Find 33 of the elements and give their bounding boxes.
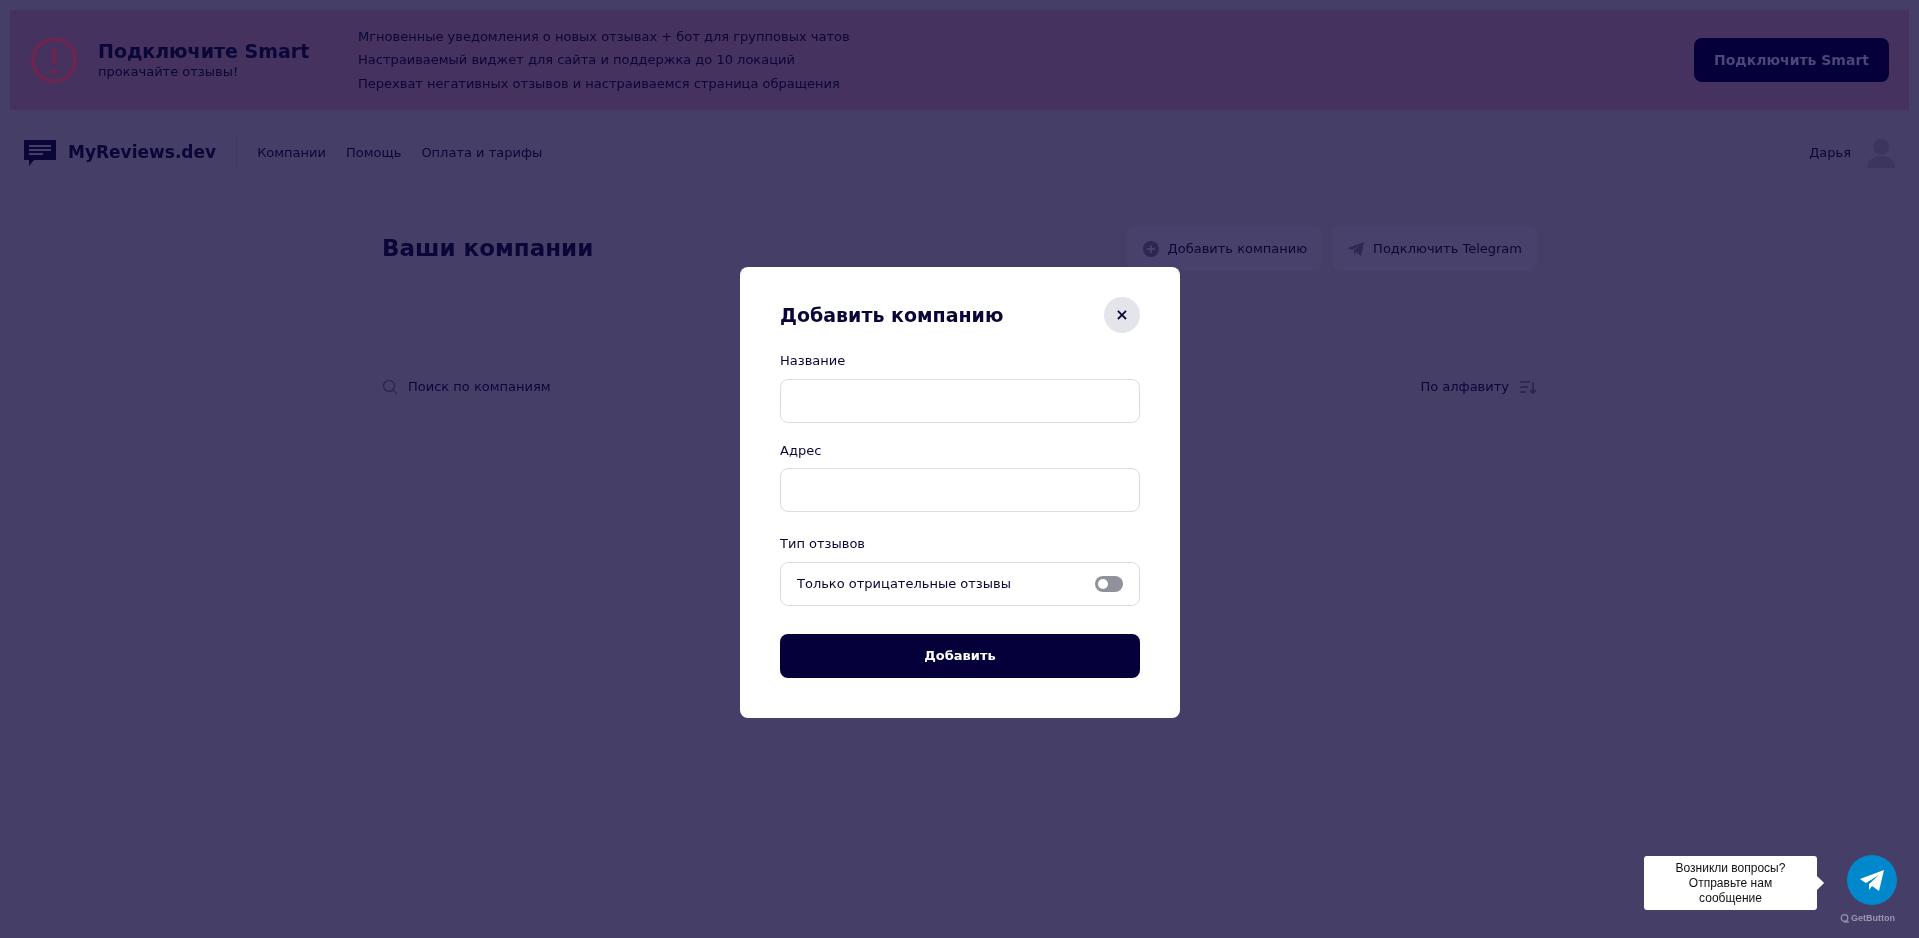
paper-plane-icon [1347, 240, 1366, 257]
banner-feature-text: Настраиваемый виджет для сайта и поддержка до 10 локаций [358, 51, 796, 70]
text-field[interactable] [780, 468, 1140, 512]
plus-circle-icon [1141, 239, 1160, 258]
nav-link[interactable]: Компании [257, 143, 326, 163]
toggle-switch[interactable] [1095, 575, 1123, 592]
submit-button[interactable]: Добавить [780, 633, 1140, 678]
user-name[interactable]: Дарья [1809, 143, 1851, 163]
text-field[interactable] [780, 378, 1140, 423]
nav-link[interactable]: Помощь [346, 143, 402, 163]
dialog-title: Добавить компанию [780, 302, 1004, 328]
field-label: Тип отзывов [780, 535, 866, 553]
banner-feature-text: Перехват негативных отзывов и настраиваемся страница обращения [358, 74, 841, 93]
sort-icon[interactable] [1519, 378, 1537, 395]
logo-text: MyReviews.dev [68, 141, 217, 165]
banner-feature-text: Мгновенные уведомления о новых отзывах + бот для групповых чатов [358, 27, 850, 46]
close-button[interactable]: × [1104, 297, 1140, 333]
nav-link[interactable]: Оплата и тарифы [421, 143, 543, 163]
banner-title: Подключите Smart [98, 40, 311, 64]
connect-smart-button[interactable]: Подключить Smart [1694, 38, 1889, 82]
exclamation-icon [30, 36, 78, 84]
sort-label[interactable]: По алфавиту [1420, 377, 1509, 397]
banner-subtitle: прокачайте отзывы! [98, 63, 240, 80]
brand-text[interactable]: GetButton [1851, 912, 1895, 926]
search-field[interactable]: Поиск по компаниям [408, 377, 708, 397]
toggle-label: Только отрицательные отзывы [797, 574, 1011, 593]
toggle-row[interactable]: Только отрицательные отзывы [780, 561, 1140, 606]
page-title: Ваши компании [382, 234, 594, 264]
search-icon [382, 378, 398, 395]
telegram-chat-icon[interactable] [1847, 855, 1897, 905]
field-label: Название [780, 352, 847, 370]
chat-bubble[interactable]: Возникли вопросы? Отправьте нам сообщение [1644, 856, 1817, 910]
field-label: Адрес [780, 441, 823, 460]
